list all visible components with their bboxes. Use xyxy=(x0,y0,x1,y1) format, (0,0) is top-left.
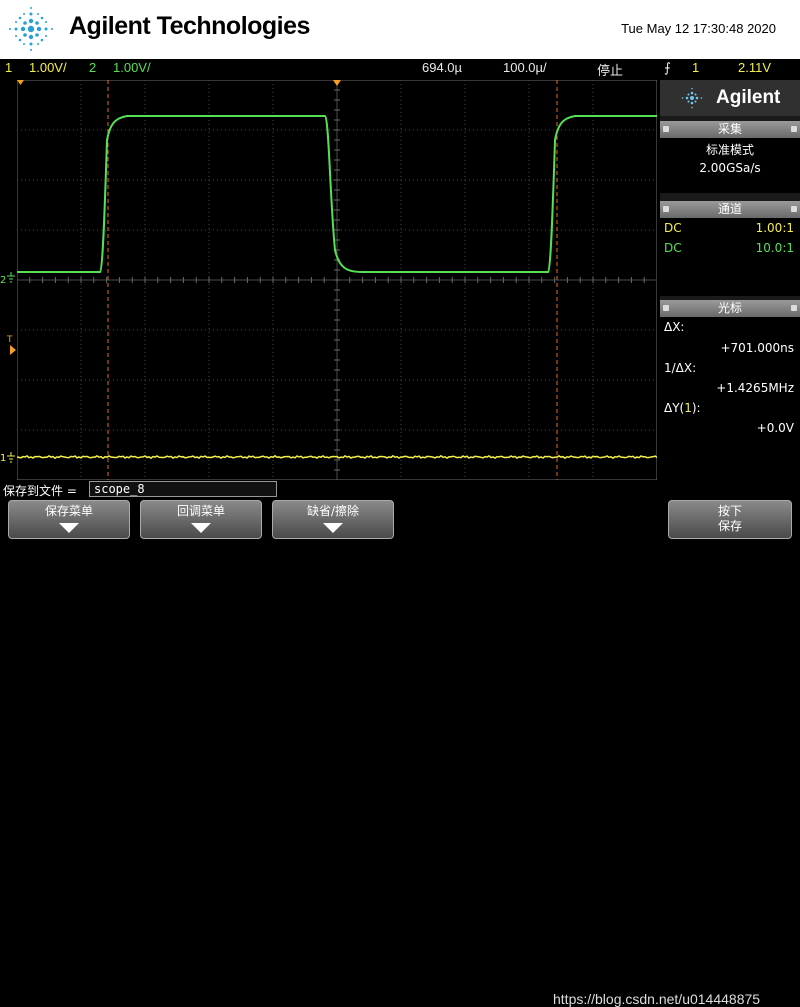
trigger-edge-icon: ⨍ xyxy=(664,60,671,75)
softkey-label: 缺省/擦除 xyxy=(306,504,360,518)
ch2-scale[interactable]: 1.00V/ xyxy=(113,60,151,75)
agilent-spark-small-icon xyxy=(681,87,703,109)
ch2-ground-icon xyxy=(7,272,15,283)
channel-section-header[interactable]: 通道 xyxy=(660,201,800,218)
acquire-title: 采集 xyxy=(717,122,742,136)
recall-menu-softkey[interactable]: 回调菜单 xyxy=(140,500,262,539)
ch1-ground-icon xyxy=(7,452,15,463)
corner-dot-icon xyxy=(663,126,669,132)
softkey-bar: 保存到文件 = scope_8 保存菜单 回调菜单 缺省/擦除 按下 保存 ht… xyxy=(0,480,800,1007)
cursor-section: ΔX: +701.000ns 1/ΔX: +1.4265MHz ΔY(1): +… xyxy=(660,317,800,478)
save-menu-softkey[interactable]: 保存菜单 xyxy=(8,500,130,539)
corner-dot-icon xyxy=(791,206,797,212)
inverse-delta-x-label: 1/ΔX: xyxy=(664,361,697,375)
trigger-channel: 1 xyxy=(692,60,700,75)
datetime-readout: Tue May 12 17:30:48 2020 xyxy=(621,21,776,36)
channel-title: 通道 xyxy=(717,202,742,216)
sidebar-logo: Agilent xyxy=(660,80,800,116)
arrow-down-icon xyxy=(191,523,211,533)
trigger-level[interactable]: 2.11V xyxy=(738,60,771,75)
save-filename-field[interactable]: scope_8 xyxy=(89,481,277,497)
trigger-arrow-icon xyxy=(10,345,16,355)
acquire-mode: 标准模式 xyxy=(705,143,754,157)
delta-y-channel: 1 xyxy=(684,401,692,415)
info-sidebar: Agilent 采集 标准模式 2.00GSa/s 通道 DC 1.00:1 D… xyxy=(660,80,800,478)
ch1-scale[interactable]: 1.00V/ xyxy=(29,60,67,75)
delta-y-value: +0.0V xyxy=(756,421,794,435)
delta-x-value: +701.000ns xyxy=(720,341,794,355)
delta-y-suffix: ): xyxy=(691,401,701,415)
press-to-save-softkey[interactable]: 按下 保存 xyxy=(668,500,792,539)
ch1-coupling: DC xyxy=(664,221,682,235)
corner-dot-icon xyxy=(791,126,797,132)
default-erase-softkey[interactable]: 缺省/擦除 xyxy=(272,500,394,539)
delta-x-label: ΔX: xyxy=(664,320,685,334)
channel-marker-strip: 2 T 1 xyxy=(0,272,16,464)
ch2-ground-marker: 2 xyxy=(0,275,6,286)
ch2-probe: 10.0:1 xyxy=(755,241,794,255)
inverse-delta-x-value: +1.4265MHz xyxy=(716,381,794,395)
softkey-label-line2: 保存 xyxy=(717,519,742,533)
delta-y-prefix: ΔY( xyxy=(664,401,685,415)
cursor-title: 光标 xyxy=(717,301,742,315)
waveform-display[interactable] xyxy=(17,80,657,480)
watermark-text: https://blog.csdn.net/u014448875 xyxy=(553,991,761,1007)
corner-dot-icon xyxy=(663,305,669,311)
ch2-number: 2 xyxy=(89,60,97,75)
sample-rate: 2.00GSa/s xyxy=(699,161,761,175)
corner-dot-icon xyxy=(791,305,797,311)
acquire-section-header[interactable]: 采集 xyxy=(660,121,800,138)
acquire-section: 标准模式 2.00GSa/s xyxy=(660,138,800,193)
run-state: 停止 xyxy=(597,63,624,78)
softkey-label: 保存菜单 xyxy=(44,504,93,518)
channel-section: DC 1.00:1 DC 10.0:1 xyxy=(660,218,800,296)
arrow-down-icon xyxy=(323,523,343,533)
time-delay[interactable]: 694.0µ xyxy=(422,60,462,75)
trigger-marker: T xyxy=(6,335,13,345)
ch1-number: 1 xyxy=(5,60,13,75)
agilent-spark-icon xyxy=(9,7,53,51)
save-to-file-label: 保存到文件 = xyxy=(3,484,77,498)
delta-y-label: ΔY(1): xyxy=(664,401,701,415)
brand-title: Agilent Technologies xyxy=(69,12,310,40)
ch1-ground-marker: 1 xyxy=(0,453,6,464)
cursor-section-header[interactable]: 光标 xyxy=(660,300,800,317)
time-scale[interactable]: 100.0µ/ xyxy=(503,60,547,75)
ch2-coupling: DC xyxy=(664,241,682,255)
softkey-label: 回调菜单 xyxy=(176,504,225,518)
corner-dot-icon xyxy=(663,206,669,212)
sidebar-logo-text: Agilent xyxy=(716,87,781,108)
status-bar: 1 1.00V/ 2 1.00V/ 694.0µ 100.0µ/ 停止 ⨍ 1 … xyxy=(0,59,800,79)
header-bar: Agilent Technologies Tue May 12 17:30:48… xyxy=(0,0,800,59)
ch1-probe: 1.00:1 xyxy=(755,221,794,235)
arrow-down-icon xyxy=(59,523,79,533)
